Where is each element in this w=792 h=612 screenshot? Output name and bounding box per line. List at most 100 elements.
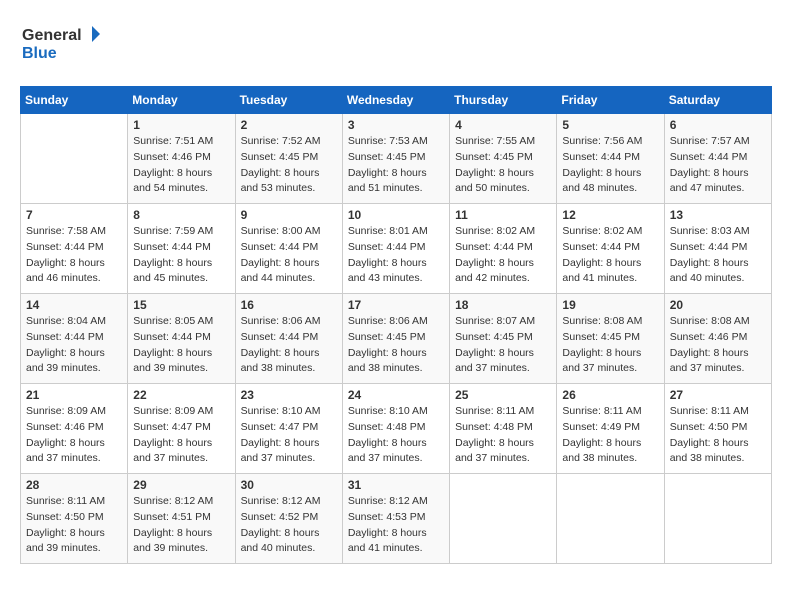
day-header-wednesday: Wednesday <box>342 87 449 114</box>
day-number: 28 <box>26 478 122 492</box>
day-cell <box>557 474 664 564</box>
day-cell: 28 Sunrise: 8:11 AMSunset: 4:50 PMDayligh… <box>21 474 128 564</box>
day-info: Sunrise: 8:12 AMSunset: 4:52 PMDaylight:… <box>241 494 337 557</box>
day-number: 6 <box>670 118 766 132</box>
calendar-header-row: SundayMondayTuesdayWednesdayThursdayFrid… <box>21 87 772 114</box>
day-info: Sunrise: 8:07 AMSunset: 4:45 PMDaylight:… <box>455 314 551 377</box>
day-info: Sunrise: 8:11 AMSunset: 4:48 PMDaylight:… <box>455 404 551 467</box>
day-number: 26 <box>562 388 658 402</box>
day-info: Sunrise: 7:53 AMSunset: 4:45 PMDaylight:… <box>348 134 444 197</box>
day-cell: 22Sunrise: 8:09 AMSunset: 4:47 PMDayligh… <box>128 384 235 474</box>
day-number: 2 <box>241 118 337 132</box>
day-cell: 11Sunrise: 8:02 AMSunset: 4:44 PMDayligh… <box>450 204 557 294</box>
day-cell: 5 Sunrise: 7:56 AMSunset: 4:44 PMDaylight… <box>557 114 664 204</box>
day-number: 4 <box>455 118 551 132</box>
week-row-3: 14 Sunrise: 8:04 AMSunset: 4:44 PMDayligh… <box>21 294 772 384</box>
calendar-body: 1Sunrise: 7:51 AMSunset: 4:46 PMDaylight… <box>21 114 772 564</box>
day-info: Sunrise: 8:06 AMSunset: 4:44 PMDaylight:… <box>241 314 337 377</box>
day-cell: 27Sunrise: 8:11 AMSunset: 4:50 PMDayligh… <box>664 384 771 474</box>
calendar-table: SundayMondayTuesdayWednesdayThursdayFrid… <box>20 86 772 564</box>
day-number: 8 <box>133 208 229 222</box>
day-number: 5 <box>562 118 658 132</box>
day-cell: 21Sunrise: 8:09 AMSunset: 4:46 PMDayligh… <box>21 384 128 474</box>
day-cell: 12Sunrise: 8:02 AMSunset: 4:44 PMDayligh… <box>557 204 664 294</box>
day-cell: 1Sunrise: 7:51 AMSunset: 4:46 PMDaylight… <box>128 114 235 204</box>
day-number: 30 <box>241 478 337 492</box>
day-info: Sunrise: 8:11 AMSunset: 4:50 PMDaylight:… <box>26 494 122 557</box>
day-cell: 8 Sunrise: 7:59 AMSunset: 4:44 PMDaylight… <box>128 204 235 294</box>
day-header-saturday: Saturday <box>664 87 771 114</box>
day-cell: 3 Sunrise: 7:53 AMSunset: 4:45 PMDaylight… <box>342 114 449 204</box>
day-cell: 20 Sunrise: 8:08 AMSunset: 4:46 PMDayligh… <box>664 294 771 384</box>
svg-text:General: General <box>22 27 82 44</box>
day-cell <box>664 474 771 564</box>
day-number: 17 <box>348 298 444 312</box>
day-cell: 23Sunrise: 8:10 AMSunset: 4:47 PMDayligh… <box>235 384 342 474</box>
day-info: Sunrise: 8:01 AMSunset: 4:44 PMDaylight:… <box>348 224 444 287</box>
day-cell: 30 Sunrise: 8:12 AMSunset: 4:52 PMDayligh… <box>235 474 342 564</box>
day-info: Sunrise: 8:04 AMSunset: 4:44 PMDaylight:… <box>26 314 122 377</box>
day-number: 14 <box>26 298 122 312</box>
day-cell: 4 Sunrise: 7:55 AMSunset: 4:45 PMDaylight… <box>450 114 557 204</box>
day-header-thursday: Thursday <box>450 87 557 114</box>
day-number: 16 <box>241 298 337 312</box>
day-info: Sunrise: 8:05 AMSunset: 4:44 PMDaylight:… <box>133 314 229 377</box>
week-row-4: 21Sunrise: 8:09 AMSunset: 4:46 PMDayligh… <box>21 384 772 474</box>
day-info: Sunrise: 8:03 AMSunset: 4:44 PMDaylight:… <box>670 224 766 287</box>
day-cell: 19 Sunrise: 8:08 AMSunset: 4:45 PMDayligh… <box>557 294 664 384</box>
day-cell: 6 Sunrise: 7:57 AMSunset: 4:44 PMDaylight… <box>664 114 771 204</box>
day-info: Sunrise: 8:12 AMSunset: 4:51 PMDaylight:… <box>133 494 229 557</box>
day-number: 10 <box>348 208 444 222</box>
week-row-1: 1Sunrise: 7:51 AMSunset: 4:46 PMDaylight… <box>21 114 772 204</box>
day-info: Sunrise: 8:00 AMSunset: 4:44 PMDaylight:… <box>241 224 337 287</box>
day-cell: 7 Sunrise: 7:58 AMSunset: 4:44 PMDaylight… <box>21 204 128 294</box>
week-row-5: 28 Sunrise: 8:11 AMSunset: 4:50 PMDayligh… <box>21 474 772 564</box>
day-info: Sunrise: 8:08 AMSunset: 4:46 PMDaylight:… <box>670 314 766 377</box>
day-cell: 17 Sunrise: 8:06 AMSunset: 4:45 PMDayligh… <box>342 294 449 384</box>
day-info: Sunrise: 7:55 AMSunset: 4:45 PMDaylight:… <box>455 134 551 197</box>
day-number: 31 <box>348 478 444 492</box>
day-info: Sunrise: 7:57 AMSunset: 4:44 PMDaylight:… <box>670 134 766 197</box>
day-info: Sunrise: 7:58 AMSunset: 4:44 PMDaylight:… <box>26 224 122 287</box>
day-info: Sunrise: 8:10 AMSunset: 4:47 PMDaylight:… <box>241 404 337 467</box>
day-cell: 18Sunrise: 8:07 AMSunset: 4:45 PMDayligh… <box>450 294 557 384</box>
day-info: Sunrise: 7:52 AMSunset: 4:45 PMDaylight:… <box>241 134 337 197</box>
day-number: 20 <box>670 298 766 312</box>
day-info: Sunrise: 8:08 AMSunset: 4:45 PMDaylight:… <box>562 314 658 377</box>
day-cell: 31 Sunrise: 8:12 AMSunset: 4:53 PMDayligh… <box>342 474 449 564</box>
day-cell: 15Sunrise: 8:05 AMSunset: 4:44 PMDayligh… <box>128 294 235 384</box>
day-number: 25 <box>455 388 551 402</box>
day-info: Sunrise: 8:09 AMSunset: 4:46 PMDaylight:… <box>26 404 122 467</box>
day-number: 9 <box>241 208 337 222</box>
day-number: 27 <box>670 388 766 402</box>
day-info: Sunrise: 7:56 AMSunset: 4:44 PMDaylight:… <box>562 134 658 197</box>
day-number: 29 <box>133 478 229 492</box>
day-number: 7 <box>26 208 122 222</box>
week-row-2: 7 Sunrise: 7:58 AMSunset: 4:44 PMDaylight… <box>21 204 772 294</box>
day-info: Sunrise: 8:11 AMSunset: 4:49 PMDaylight:… <box>562 404 658 467</box>
logo-container: General Blue <box>20 20 100 70</box>
day-cell: 10 Sunrise: 8:01 AMSunset: 4:44 PMDayligh… <box>342 204 449 294</box>
day-header-monday: Monday <box>128 87 235 114</box>
day-number: 3 <box>348 118 444 132</box>
day-number: 12 <box>562 208 658 222</box>
day-info: Sunrise: 8:10 AMSunset: 4:48 PMDaylight:… <box>348 404 444 467</box>
day-info: Sunrise: 8:02 AMSunset: 4:44 PMDaylight:… <box>455 224 551 287</box>
day-cell: 9 Sunrise: 8:00 AMSunset: 4:44 PMDaylight… <box>235 204 342 294</box>
day-info: Sunrise: 7:51 AMSunset: 4:46 PMDaylight:… <box>133 134 229 197</box>
day-cell: 24Sunrise: 8:10 AMSunset: 4:48 PMDayligh… <box>342 384 449 474</box>
day-cell: 14 Sunrise: 8:04 AMSunset: 4:44 PMDayligh… <box>21 294 128 384</box>
day-cell <box>450 474 557 564</box>
day-info: Sunrise: 8:06 AMSunset: 4:45 PMDaylight:… <box>348 314 444 377</box>
day-cell: 16 Sunrise: 8:06 AMSunset: 4:44 PMDayligh… <box>235 294 342 384</box>
day-cell: 29 Sunrise: 8:12 AMSunset: 4:51 PMDayligh… <box>128 474 235 564</box>
day-header-tuesday: Tuesday <box>235 87 342 114</box>
day-info: Sunrise: 7:59 AMSunset: 4:44 PMDaylight:… <box>133 224 229 287</box>
day-header-friday: Friday <box>557 87 664 114</box>
day-cell: 13Sunrise: 8:03 AMSunset: 4:44 PMDayligh… <box>664 204 771 294</box>
svg-text:Blue: Blue <box>22 45 57 62</box>
day-number: 19 <box>562 298 658 312</box>
day-number: 22 <box>133 388 229 402</box>
day-info: Sunrise: 8:12 AMSunset: 4:53 PMDaylight:… <box>348 494 444 557</box>
logo-image: General Blue <box>20 20 100 70</box>
